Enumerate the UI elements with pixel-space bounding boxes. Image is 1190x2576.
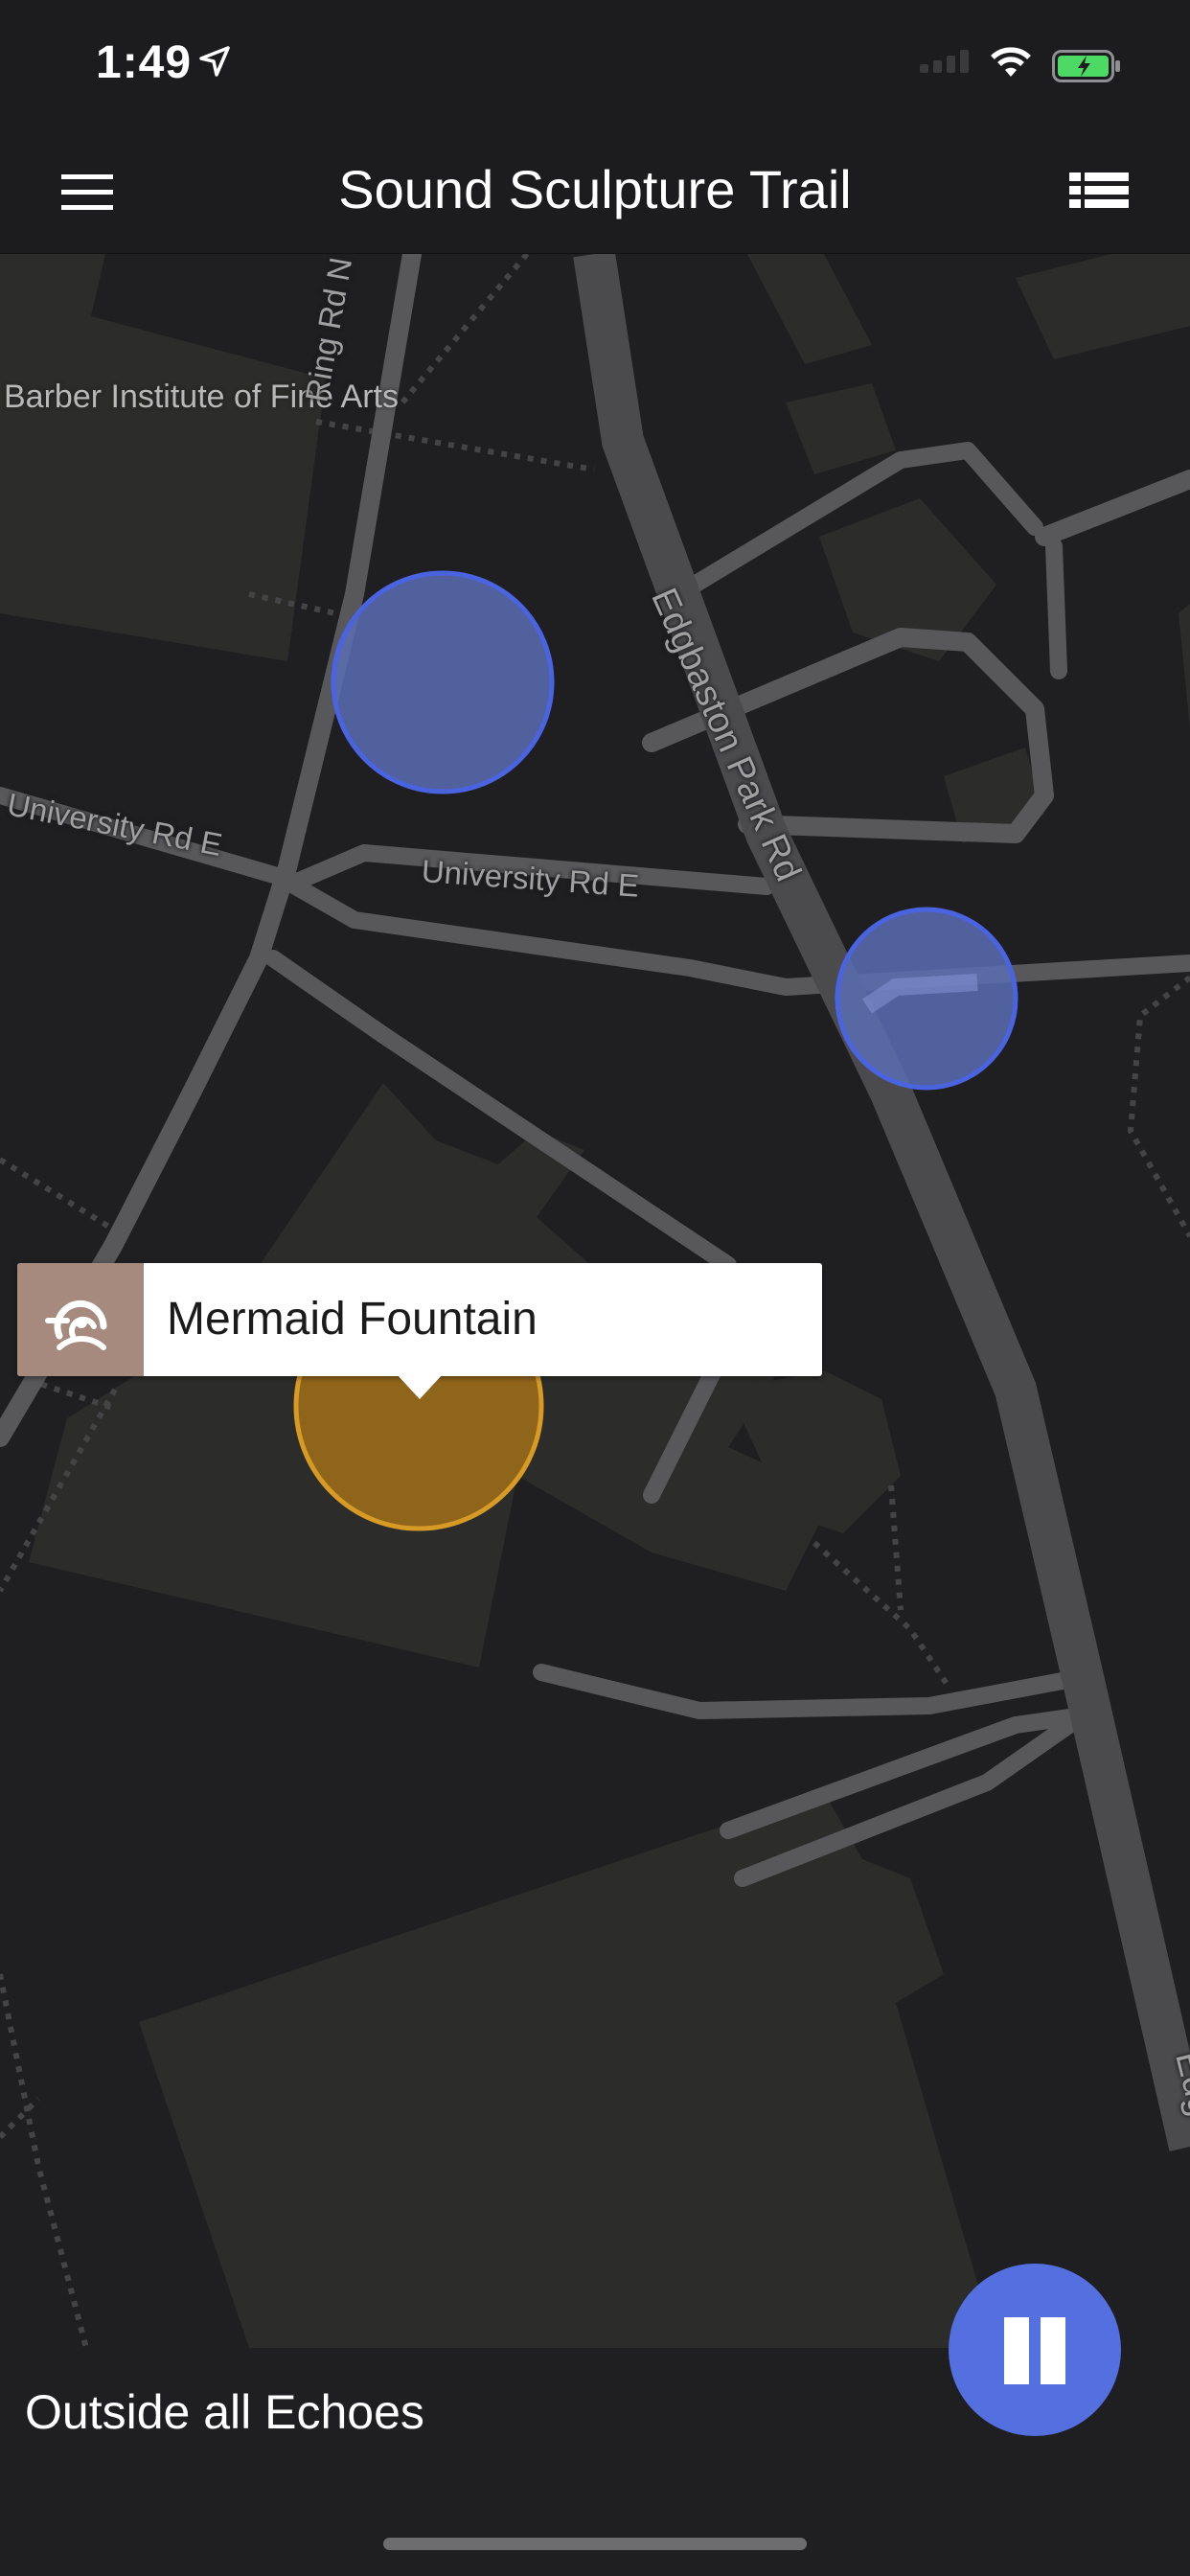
location-arrow-icon (199, 46, 230, 77)
menu-button[interactable] (57, 165, 125, 218)
hamburger-menu-icon (61, 174, 113, 210)
echo-icon (45, 1300, 107, 1350)
pause-button[interactable] (949, 2264, 1121, 2436)
list-view-button[interactable] (1064, 165, 1136, 218)
wifi-icon (991, 47, 1031, 77)
callout-icon-container (17, 1263, 144, 1376)
navigation-bar: Sound Sculpture Trail (0, 126, 1190, 254)
status-bar: 1:49 (0, 0, 1190, 126)
battery-icon (1052, 50, 1120, 82)
callout-pointer (397, 1374, 443, 1399)
status-time: 1:49 (96, 37, 193, 88)
callout-title: Mermaid Fountain (167, 1294, 538, 1345)
poi-label: Barber Institute of Fine Arts (0, 254, 399, 446)
map-view[interactable]: Barber Institute of Fine Arts Ring Rd N … (0, 254, 1190, 2576)
cellular-signal-icon (920, 50, 969, 73)
map-canvas (0, 254, 1190, 2576)
page-title: Sound Sculpture Trail (338, 159, 852, 219)
list-icon (1069, 172, 1129, 208)
map-callout[interactable]: Mermaid Fountain (17, 1263, 822, 1376)
echo-status-text: Outside all Echoes (25, 2385, 424, 2439)
home-indicator[interactable] (383, 2538, 807, 2550)
poi-label-text: Barber Institute of Fine Arts (4, 379, 399, 415)
